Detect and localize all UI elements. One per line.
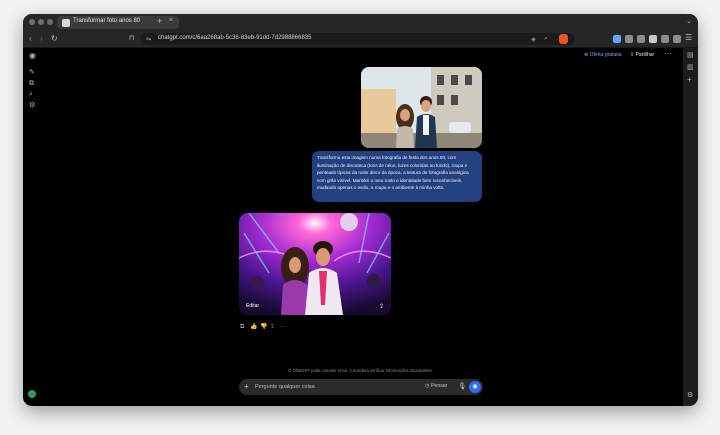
avatar[interactable]: [28, 390, 36, 398]
url-text[interactable]: chatgpt.com/c/6aa268ab-5c38-83eb-91dd-7d…: [158, 35, 311, 41]
new-chat-icon[interactable]: ✎: [29, 69, 35, 77]
forward-button[interactable]: ›: [40, 34, 43, 44]
reader-mode-icon[interactable]: ▥: [687, 64, 694, 72]
share-button[interactable]: ⇪ Partilhar: [630, 52, 654, 58]
share-image-icon[interactable]: ⇪: [379, 303, 384, 310]
generated-image-illustration: [239, 213, 391, 315]
chatgpt-logo-icon[interactable]: ◉: [29, 52, 36, 60]
close-window-button[interactable]: [29, 19, 35, 25]
user-message-bubble: Transforma esta imagem numa fotografia d…: [312, 151, 482, 202]
message-composer: + ◷ Pensar 🎙 ◉: [239, 379, 483, 395]
panel-settings-icon[interactable]: ⚙: [687, 392, 693, 400]
brave-shield-icon[interactable]: [559, 34, 568, 44]
puzzle-icon[interactable]: [661, 35, 669, 43]
tab-strip: Transformar foto anos 80 × + ⌄: [23, 14, 698, 31]
free-offer-button[interactable]: ⊕ Oferta gratuita: [584, 52, 622, 58]
back-button[interactable]: ‹: [29, 34, 32, 44]
minimize-window-button[interactable]: [38, 19, 44, 25]
thumbs-down-icon[interactable]: 👎: [260, 323, 267, 331]
site-info-icon[interactable]: ⇋: [146, 35, 151, 43]
search-icon[interactable]: ⌕: [29, 91, 33, 99]
thumbs-up-icon[interactable]: 👍: [250, 323, 257, 331]
chatgpt-favicon-icon: [62, 18, 70, 27]
extension-square-icon[interactable]: [649, 35, 657, 43]
extension-pen-icon[interactable]: [625, 35, 633, 43]
side-panel-icon[interactable]: ▤: [687, 52, 694, 60]
uploaded-photo-illustration: [361, 67, 482, 148]
address-bar[interactable]: ⇋ chatgpt.com/c/6aa268ab-5c38-83eb-91dd-…: [140, 33, 575, 45]
think-button[interactable]: ◷ Pensar: [425, 383, 447, 389]
edit-image-button[interactable]: Editar: [246, 303, 259, 309]
settings-icon[interactable]: ⚙: [29, 102, 35, 110]
left-sidebar: ◉ ✎ ⧉ ⌕ ⚙: [23, 48, 43, 406]
generated-image[interactable]: Editar ⇪: [239, 213, 391, 315]
prompt-input[interactable]: [255, 382, 405, 392]
right-side-panel: ▤ ▥ + ⚙: [683, 48, 698, 406]
reload-button[interactable]: ↻: [51, 34, 58, 44]
more-options-button[interactable]: ···: [664, 49, 672, 58]
add-attachment-button[interactable]: +: [244, 381, 249, 392]
new-tab-button[interactable]: +: [157, 16, 162, 26]
add-panel-icon[interactable]: +: [687, 76, 692, 84]
extension-diamond-icon[interactable]: [613, 35, 621, 43]
extension-smile-icon[interactable]: [637, 35, 645, 43]
bookmark-icon[interactable]: ⊓: [129, 34, 134, 44]
uploaded-photo[interactable]: [361, 67, 482, 148]
voice-mode-button[interactable]: ◉: [469, 381, 481, 393]
menu-icon[interactable]: ☰: [685, 33, 692, 43]
microphone-icon[interactable]: 🎙: [458, 382, 466, 390]
shield-icon[interactable]: ◈: [531, 35, 536, 43]
tab-list-chevron-icon[interactable]: ⌄: [686, 17, 692, 25]
copy-icon[interactable]: ⧉: [240, 323, 244, 331]
download-icon[interactable]: [673, 35, 681, 43]
more-actions-icon[interactable]: ···: [280, 323, 286, 331]
browser-window: Transformar foto anos 80 × + ⌄ ‹ › ↻ ⊓ ⇋…: [23, 14, 698, 406]
tab-title: Transformar foto anos 80: [73, 18, 141, 24]
zoom-icon[interactable]: ⌕: [544, 35, 548, 43]
zoom-window-button[interactable]: [47, 19, 53, 25]
disclaimer-text: O ChatGPT pode cometer erros. Considera …: [288, 368, 433, 373]
browser-toolbar: ‹ › ↻ ⊓ ⇋ chatgpt.com/c/6aa268ab-5c38-83…: [23, 31, 698, 48]
tab-close-icon[interactable]: ×: [169, 17, 173, 24]
share-icon[interactable]: ⇪: [270, 323, 275, 331]
library-icon[interactable]: ⧉: [29, 80, 34, 88]
